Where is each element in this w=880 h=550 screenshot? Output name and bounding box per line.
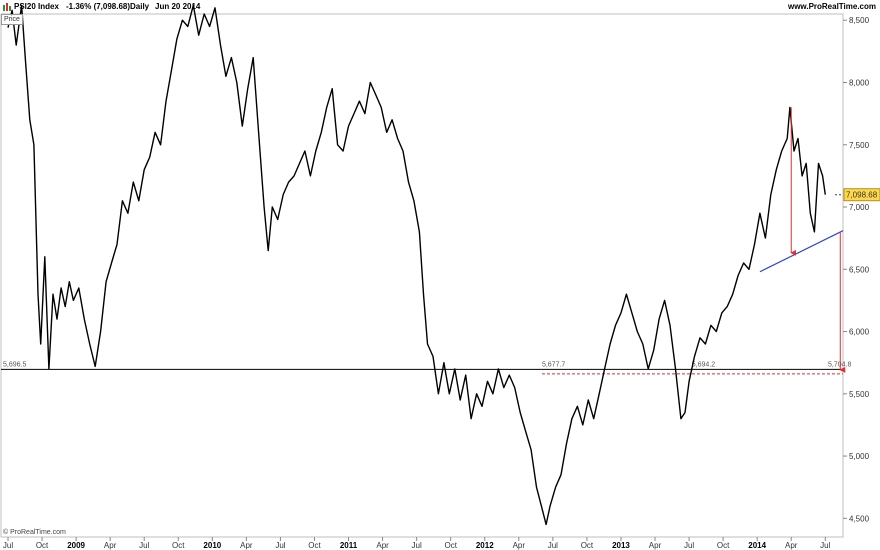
x-tick-label: Oct bbox=[717, 541, 730, 550]
y-tick-label: 5,500 bbox=[849, 390, 870, 399]
x-tick-label: Apr bbox=[785, 541, 798, 550]
chart-header: PSI20 Index -1.36% (7,098.68) Daily Jun … bbox=[0, 0, 880, 14]
y-tick-label: 8,500 bbox=[849, 16, 870, 25]
site-text: www.ProRealTime.com bbox=[787, 2, 876, 11]
x-tick-label: Jul bbox=[412, 541, 422, 550]
y-tick-label: 5,000 bbox=[849, 452, 870, 461]
x-tick-label: 2010 bbox=[203, 541, 221, 550]
copyright-text: © ProRealTime.com bbox=[3, 529, 66, 536]
x-tick-label: 2014 bbox=[748, 541, 766, 550]
date-text: Jun 20 2014 bbox=[155, 2, 201, 11]
x-tick-label: Oct bbox=[36, 541, 49, 550]
y-tick-label: 6,000 bbox=[849, 328, 870, 337]
x-tick-label: Jul bbox=[3, 541, 13, 550]
y-tick-label: 7,500 bbox=[849, 141, 870, 150]
x-tick-label: 2013 bbox=[612, 541, 630, 550]
x-tick-label: 2009 bbox=[67, 541, 85, 550]
x-tick-label: Oct bbox=[308, 541, 321, 550]
change-text: -1.36% (7,098.68) bbox=[66, 2, 131, 11]
x-tick-label: Apr bbox=[649, 541, 662, 550]
x-tick-label: 2011 bbox=[340, 541, 358, 550]
support-label: 5,696.5 bbox=[3, 361, 26, 368]
x-tick-label: Jul bbox=[820, 541, 830, 550]
price-tag[interactable]: Price bbox=[1, 14, 23, 25]
last-price-label: 7,098.68 bbox=[846, 191, 878, 200]
y-tick-label: 6,500 bbox=[849, 265, 870, 274]
app-icon bbox=[2, 1, 12, 13]
x-tick-label: Jul bbox=[548, 541, 558, 550]
x-tick-label: Apr bbox=[513, 541, 526, 550]
x-tick-label: Jul bbox=[139, 541, 149, 550]
x-tick-label: Oct bbox=[172, 541, 185, 550]
y-tick-label: 8,000 bbox=[849, 78, 870, 87]
price-chart[interactable]: Jul Oct 2009 Apr Jul Oct 2010 Apr Jul Oct 2011 Apr J… bbox=[0, 0, 880, 550]
interval-text: Daily bbox=[130, 2, 150, 11]
x-tick-label: Jul bbox=[275, 541, 285, 550]
y-tick-label: 4,500 bbox=[849, 514, 870, 523]
x-tick-label: Jul bbox=[684, 541, 694, 550]
y-axis: 4,500 5,000 5,500 6,000 6,500 7,000 7,500 8,000… bbox=[843, 16, 870, 523]
support-zone-label: 5,677.7 bbox=[542, 361, 565, 368]
x-tick-label: Apr bbox=[104, 541, 117, 550]
x-tick-label: 2012 bbox=[476, 541, 494, 550]
x-tick-label: Apr bbox=[376, 541, 389, 550]
support-zone-label: 5,704.8 bbox=[828, 361, 851, 368]
symbol-title: PSI20 Index bbox=[14, 2, 59, 11]
x-tick-label: Apr bbox=[240, 541, 253, 550]
y-tick-label: 7,000 bbox=[849, 203, 870, 212]
support-zone-label: 5,694.2 bbox=[692, 361, 715, 368]
x-axis: Jul Oct 2009 Apr Jul Oct 2010 Apr Jul Oct 2011 Apr J… bbox=[3, 537, 831, 550]
x-tick-label: Oct bbox=[581, 541, 594, 550]
x-tick-label: Oct bbox=[444, 541, 457, 550]
